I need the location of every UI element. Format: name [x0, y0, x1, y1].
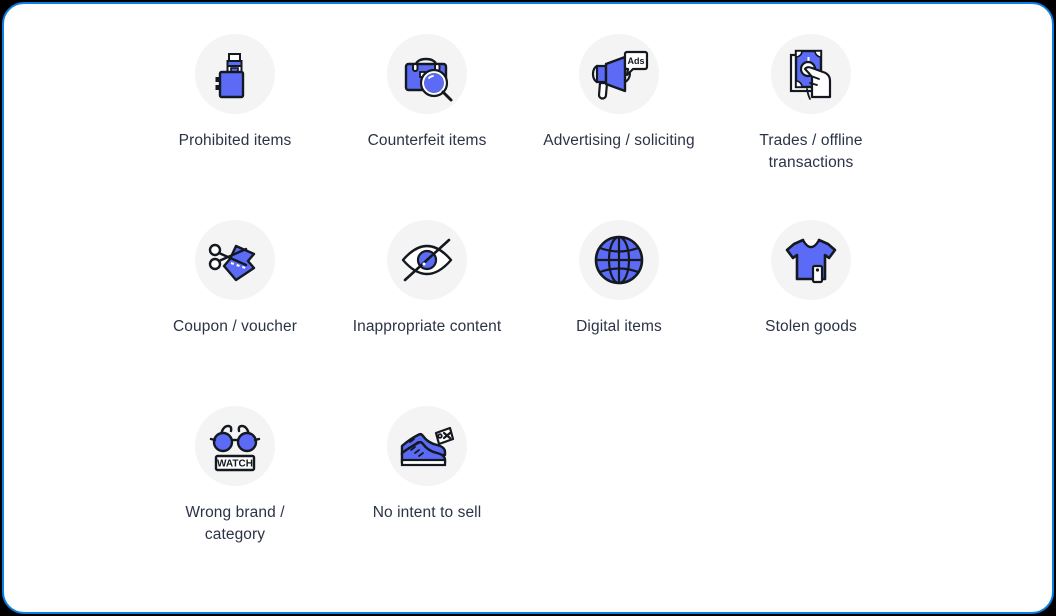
- reason-tile-label: Prohibited items: [178, 132, 292, 149]
- hand-cash-icon: [771, 34, 851, 114]
- reason-tile-advertising-soliciting[interactable]: Ads Advertising / soliciting: [523, 28, 715, 214]
- reason-tile-label: Stolen goods: [765, 318, 857, 335]
- megaphone-ads-icon: Ads: [579, 34, 659, 114]
- report-reason-grid: Prohibited items Counterfeit items Ads A…: [139, 4, 1052, 586]
- sneakers-tag-x-icon: [387, 406, 467, 486]
- sunglasses-watch-label: WATCH: [217, 459, 253, 470]
- megaphone-ads-label: Ads: [627, 56, 644, 66]
- sunglasses-watch-icon: WATCH: [195, 406, 275, 486]
- scissors-coupon-icon: [195, 220, 275, 300]
- reason-tile-label: Trades / offline transactions: [759, 132, 863, 171]
- reason-tile-trades-offline[interactable]: Trades / offline transactions: [715, 28, 907, 214]
- reason-tile-counterfeit-items[interactable]: Counterfeit items: [331, 28, 523, 214]
- reason-tile-label: Inappropriate content: [352, 318, 502, 335]
- reason-tile-label: Digital items: [576, 318, 662, 335]
- reason-tile-label: No intent to sell: [372, 504, 482, 521]
- reason-tile-wrong-brand-category[interactable]: WATCH Wrong brand / category: [139, 400, 331, 586]
- tshirt-tag-icon: [771, 220, 851, 300]
- reason-tile-inappropriate-content[interactable]: Inappropriate content: [331, 214, 523, 400]
- reason-tile-label: Counterfeit items: [367, 132, 487, 149]
- reason-tile-label: Advertising / soliciting: [543, 132, 695, 149]
- vape-device-icon: [195, 34, 275, 114]
- eye-slash-icon: [387, 220, 467, 300]
- reason-tile-label: Coupon / voucher: [173, 318, 297, 335]
- reason-tile-label: Wrong brand / category: [185, 504, 285, 543]
- app-frame: Prohibited items Counterfeit items Ads A…: [2, 2, 1054, 614]
- reason-tile-no-intent-to-sell[interactable]: No intent to sell: [331, 400, 523, 586]
- handbag-magnifier-icon: [387, 34, 467, 114]
- reason-tile-digital-items[interactable]: Digital items: [523, 214, 715, 400]
- reason-tile-prohibited-items[interactable]: Prohibited items: [139, 28, 331, 214]
- reason-tile-coupon-voucher[interactable]: Coupon / voucher: [139, 214, 331, 400]
- reason-tile-stolen-goods[interactable]: Stolen goods: [715, 214, 907, 400]
- globe-icon: [579, 220, 659, 300]
